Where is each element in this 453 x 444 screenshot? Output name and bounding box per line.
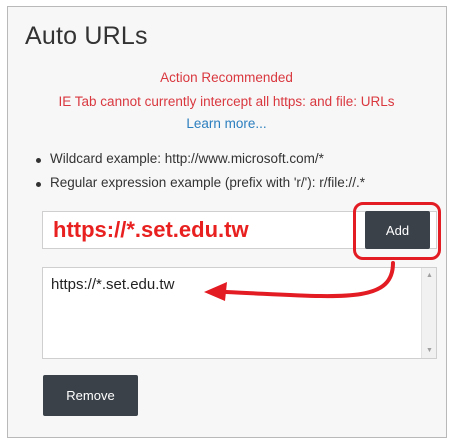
examples-list: Wildcard example: http://www.microsoft.c…: [36, 151, 365, 199]
warning-heading: Action Recommended: [160, 70, 293, 85]
remove-button[interactable]: Remove: [43, 375, 138, 416]
regex-example: Regular expression example (prefix with …: [36, 175, 365, 199]
scroll-down-arrow-icon[interactable]: ▼: [426, 347, 433, 354]
wildcard-example: Wildcard example: http://www.microsoft.c…: [36, 151, 365, 175]
url-list-box[interactable]: https://*.set.edu.tw ▲ ▼: [42, 267, 437, 359]
warning-message: IE Tab cannot currently intercept all ht…: [58, 94, 395, 109]
learn-more-link[interactable]: Learn more...: [0, 116, 453, 131]
options-page: Auto URLs Action Recommended IE Tab cann…: [0, 0, 453, 444]
add-button[interactable]: Add: [365, 211, 430, 249]
section-title: Auto URLs: [25, 22, 148, 50]
url-list-scrollbar[interactable]: ▲ ▼: [421, 268, 436, 358]
scroll-up-arrow-icon[interactable]: ▲: [426, 272, 433, 279]
url-list-item[interactable]: https://*.set.edu.tw: [51, 276, 174, 293]
